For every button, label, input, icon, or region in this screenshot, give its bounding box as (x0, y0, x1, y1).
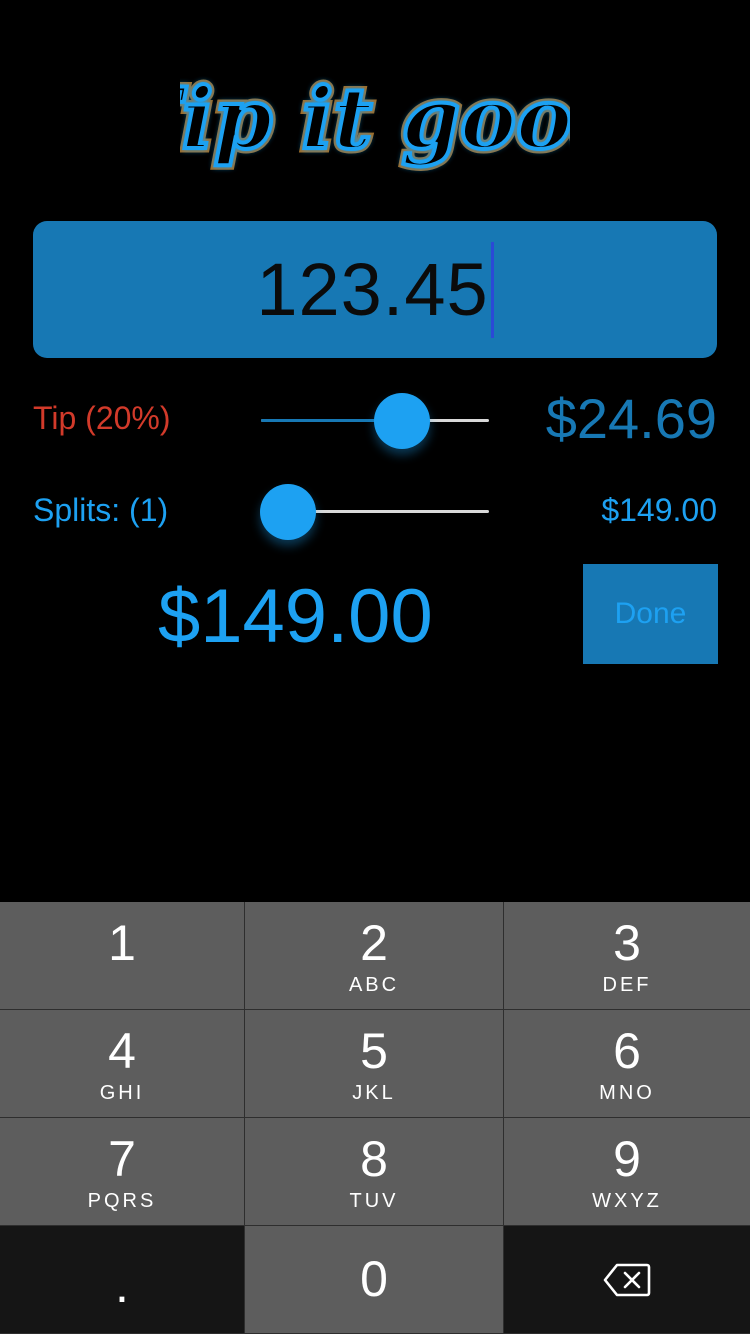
key-digit: 0 (360, 1251, 388, 1307)
key-letters: JKL (352, 1082, 396, 1104)
key-decimal[interactable]: . (0, 1226, 245, 1334)
key-letters: WXYZ (592, 1190, 662, 1212)
tip-calculator-screen: Tip it good Tip it good 123.45 Tip (20%)… (0, 0, 750, 1334)
splits-slider[interactable] (260, 482, 489, 542)
key-letters: MNO (599, 1082, 655, 1104)
total-amount: $149.00 (158, 574, 433, 659)
key-6[interactable]: 6 MNO (504, 1010, 750, 1118)
backspace-icon (603, 1263, 651, 1296)
key-digit: 1 (108, 915, 136, 971)
key-letters: GHI (99, 1082, 145, 1104)
logo-graphic: Tip it good Tip it good (180, 65, 570, 173)
app-logo: Tip it good Tip it good (180, 56, 570, 192)
key-letters: DEF (602, 974, 652, 996)
key-9[interactable]: 9 WXYZ (504, 1118, 750, 1226)
key-digit: 7 (108, 1131, 136, 1187)
key-8[interactable]: 8 TUV (245, 1118, 504, 1226)
key-4[interactable]: 4 GHI (0, 1010, 245, 1118)
tip-amount: $24.69 (545, 387, 717, 450)
tip-slider-thumb[interactable] (374, 393, 431, 449)
key-2[interactable]: 2 ABC (245, 902, 504, 1010)
splits-slider-thumb[interactable] (260, 484, 317, 540)
key-digit: 3 (613, 915, 641, 971)
key-5[interactable]: 5 JKL (245, 1010, 504, 1118)
tip-slider[interactable] (261, 391, 489, 451)
key-digit: 9 (613, 1131, 641, 1187)
key-digit: 8 (360, 1131, 388, 1187)
key-digit: 2 (360, 915, 388, 971)
key-digit: 6 (613, 1023, 641, 1079)
key-backspace[interactable] (504, 1226, 750, 1334)
per-person-amount: $149.00 (601, 492, 717, 528)
key-digit: 4 (108, 1023, 136, 1079)
key-3[interactable]: 3 DEF (504, 902, 750, 1010)
text-caret (490, 241, 494, 338)
key-letters: ABC (348, 974, 400, 996)
bill-amount-field[interactable]: 123.45 (33, 221, 717, 358)
done-button[interactable]: Done (583, 564, 718, 664)
tip-percent-label: Tip (20%) (33, 400, 171, 436)
key-digit: 5 (360, 1023, 388, 1079)
number-keypad: 1 2 ABC 3 DEF 4 GHI 5 JKL 6 MNO 7 PQRS 8 (0, 902, 750, 1334)
bill-amount-value: 123.45 (256, 247, 489, 331)
key-1[interactable]: 1 (0, 902, 245, 1010)
key-decimal-glyph: . (115, 1257, 129, 1313)
logo-text: Tip it good (180, 69, 570, 168)
key-letters: PQRS (87, 1190, 157, 1212)
key-7[interactable]: 7 PQRS (0, 1118, 245, 1226)
splits-label: Splits: (1) (33, 492, 169, 528)
key-0[interactable]: 0 (245, 1226, 504, 1334)
key-letters: TUV (349, 1190, 399, 1212)
